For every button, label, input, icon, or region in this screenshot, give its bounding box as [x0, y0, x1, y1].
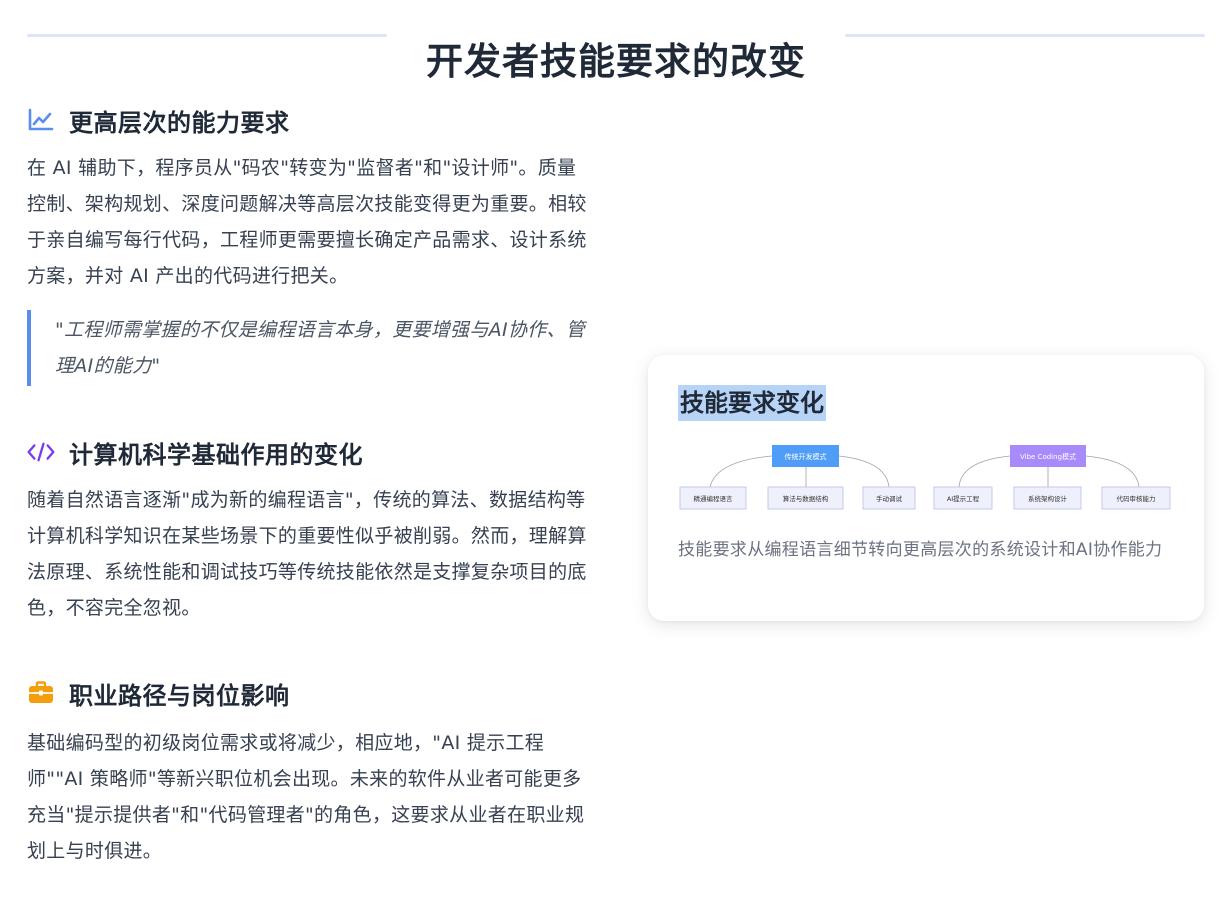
- right-child-node: 代码审核能力: [1101, 486, 1171, 510]
- right-root-label: Vibe Coding模式: [1020, 452, 1076, 461]
- left-root-node: 传统开发模式: [772, 445, 839, 467]
- chart-line-icon: [27, 106, 55, 134]
- left-child-node: 算法与数据结构: [767, 486, 844, 510]
- section-heading: 更高层次的能力要求: [69, 107, 290, 137]
- skills-diagram: 传统开发模式 精通编程语言 算法与数据结构 手动调试 Vibe Coding模式: [679, 445, 1171, 510]
- section-paragraph: 基础编码型的初级岗位需求或将减少，相应地，"AI 提示工程师""AI 策略师"等…: [27, 732, 585, 862]
- left-root-label: 传统开发模式: [785, 452, 827, 461]
- page-title: 开发者技能要求的改变: [426, 38, 806, 83]
- blockquote: "工程师需掌握的不仅是编程语言本身，更要增强与AI协作、管理AI的能力": [27, 310, 587, 386]
- section-cs-fundamentals: 计算机科学基础作用的变化 随着自然语言逐渐"成为新的编程语言"，传统的算法、数据…: [27, 432, 587, 626]
- left-child-label: 精通编程语言: [694, 494, 734, 503]
- header: 开发者技能要求的改变: [0, 0, 1223, 83]
- right-child-label: 代码审核能力: [1117, 494, 1156, 503]
- section-paragraph: 随着自然语言逐渐"成为新的编程语言"，传统的算法、数据结构等计算机科学知识在某些…: [27, 489, 587, 619]
- code-icon: [27, 438, 55, 466]
- section-header: 更高层次的能力要求: [27, 100, 587, 140]
- section-heading: 计算机科学基础作用的变化: [69, 439, 363, 469]
- header-divider-right: [845, 34, 1205, 37]
- page: 开发者技能要求的改变 更高层次的能力要求 在 AI 辅助下，程序员从"码农"转变…: [0, 0, 1223, 904]
- left-child-label: 算法与数据结构: [783, 494, 829, 503]
- briefcase-icon: [27, 679, 55, 707]
- right-child-label: AI提示工程: [947, 494, 980, 503]
- section-header: 职业路径与岗位影响: [27, 673, 587, 713]
- section-heading: 职业路径与岗位影响: [69, 680, 290, 710]
- right-root-node: Vibe Coding模式: [1010, 445, 1086, 467]
- card-title: 技能要求变化: [678, 385, 826, 421]
- section-higher-level-skills: 更高层次的能力要求 在 AI 辅助下，程序员从"码农"转变为"监督者"和"设计师…: [27, 100, 587, 386]
- right-child-node: 系统架构设计: [1013, 486, 1082, 510]
- card-caption: 技能要求从编程语言细节转向更高层次的系统设计和AI协作能力: [678, 540, 1163, 560]
- right-child-node: AI提示工程: [933, 486, 993, 510]
- left-child-label: 手动调试: [876, 494, 903, 503]
- left-child-node: 手动调试: [862, 486, 916, 510]
- section-paragraph: 在 AI 辅助下，程序员从"码农"转变为"监督者"和"设计师"。质量控制、架构规…: [27, 157, 587, 287]
- section-header: 计算机科学基础作用的变化: [27, 432, 587, 472]
- right-child-label: 系统架构设计: [1028, 494, 1068, 503]
- header-divider-left: [27, 34, 387, 37]
- left-child-node: 精通编程语言: [679, 486, 747, 510]
- skills-change-card: 技能要求变化 传统开发模式 精通编程语言 算法与数据结构 手动调试 Vibe C…: [648, 355, 1204, 621]
- section-career-path: 职业路径与岗位影响 基础编码型的初级岗位需求或将减少，相应地，"AI 提示工程师…: [27, 673, 587, 869]
